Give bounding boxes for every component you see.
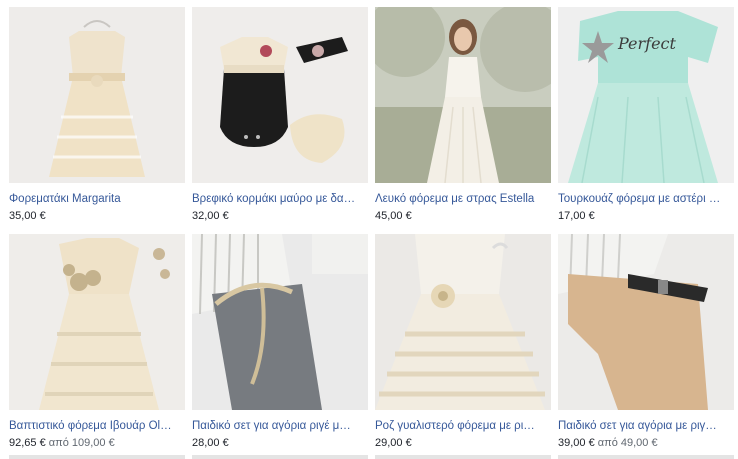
product-image[interactable]: Perfect <box>558 7 734 183</box>
product-title[interactable]: Ροζ γυαλιστερό φόρεμα με ρι… <box>375 420 551 432</box>
current-price: 45,00 € <box>375 210 412 222</box>
product-price: 35,00 € <box>9 210 185 222</box>
product-grid: Φορεματάκι Margarita 35,00 € Βρεφικό κορ… <box>0 0 738 459</box>
current-price: 32,00 € <box>192 210 229 222</box>
product-image[interactable] <box>375 7 551 183</box>
beige-pants-image <box>558 234 734 410</box>
product-title[interactable]: Παιδικό σετ για αγόρια ριγέ μ… <box>192 420 368 432</box>
striped-dress-image <box>375 234 551 410</box>
next-row-image-edge <box>558 455 734 459</box>
next-row-image-edge <box>375 455 551 459</box>
product-price: 29,00 € <box>375 437 551 449</box>
product-price: 17,00 € <box>558 210 734 222</box>
current-price: 28,00 € <box>192 437 229 449</box>
product-image[interactable] <box>9 7 185 183</box>
product-image[interactable] <box>192 7 368 183</box>
product-price: 28,00 € <box>192 437 368 449</box>
product-title[interactable]: Φορεματάκι Margarita <box>9 193 185 205</box>
product-title[interactable]: Βαπτιστικό φόρεμα Ιβουάρ Ol… <box>9 420 185 432</box>
product-image[interactable] <box>192 234 368 410</box>
product-title[interactable]: Βρεφικό κορμάκι μαύρο με δα… <box>192 193 368 205</box>
product-price: 92,65 € από 109,00 € <box>9 437 185 449</box>
next-row-image-edge <box>9 455 185 459</box>
shirt-print-text: Perfect <box>617 34 677 53</box>
product-price: 45,00 € <box>375 210 551 222</box>
dress-image <box>9 7 185 183</box>
product-title[interactable]: Λευκό φόρεμα με στρας Estella <box>375 193 551 205</box>
girl-dress-photo <box>375 7 551 183</box>
current-price: 29,00 € <box>375 437 412 449</box>
bodysuit-image <box>192 7 368 183</box>
current-price: 92,65 € <box>9 437 46 449</box>
original-price: από 109,00 € <box>48 437 115 449</box>
product-image[interactable] <box>375 234 551 410</box>
product-title[interactable]: Παιδικό σετ για αγόρια με ριγ… <box>558 420 734 432</box>
boys-set-image <box>192 234 368 410</box>
product-price: 39,00 € από 49,00 € <box>558 437 734 449</box>
current-price: 39,00 € <box>558 437 595 449</box>
current-price: 35,00 € <box>9 210 46 222</box>
product-image[interactable] <box>9 234 185 410</box>
turquoise-dress-image: Perfect <box>558 7 734 183</box>
product-price: 32,00 € <box>192 210 368 222</box>
next-row-image-edge <box>192 455 368 459</box>
product-image[interactable] <box>558 234 734 410</box>
original-price: από 49,00 € <box>597 437 658 449</box>
baptism-dress-image <box>9 234 185 410</box>
current-price: 17,00 € <box>558 210 595 222</box>
product-title[interactable]: Τουρκουάζ φόρεμα με αστέρι … <box>558 193 734 205</box>
